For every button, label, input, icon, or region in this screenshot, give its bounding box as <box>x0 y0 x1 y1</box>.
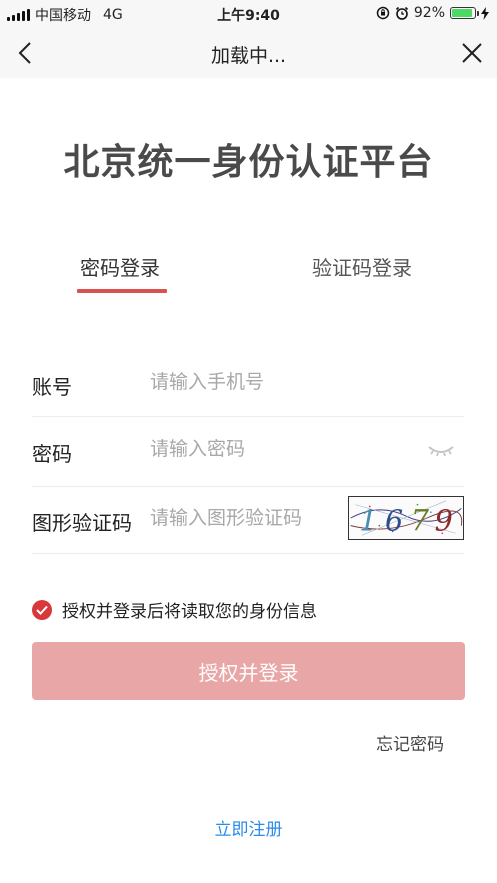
agreement-checkbox[interactable] <box>32 599 52 620</box>
alarm-icon <box>395 6 408 20</box>
password-label: 密码 <box>32 442 72 466</box>
account-row: 账号 <box>32 371 464 399</box>
rotation-lock-icon <box>376 6 390 20</box>
agreement-row[interactable]: 授权并登录后将读取您的身份信息 <box>32 597 317 622</box>
login-button[interactable]: 授权并登录 <box>32 642 465 700</box>
password-input[interactable] <box>150 438 350 460</box>
close-icon <box>462 43 482 63</box>
platform-title: 北京统一身份认证平台 <box>63 142 434 183</box>
nav-bar: 加载中... <box>0 28 497 78</box>
svg-text:6: 6 <box>385 503 403 537</box>
page-title: 加载中... <box>210 45 287 67</box>
battery-icon <box>450 7 479 19</box>
active-tab-indicator <box>77 289 167 293</box>
battery-percent: 92% <box>413 5 445 21</box>
captcha-input[interactable] <box>150 507 335 529</box>
captcha-row: 图形验证码 1 6 7 9 <box>32 496 464 542</box>
charging-bolt-icon <box>481 6 489 20</box>
captcha-image[interactable]: 1 6 7 9 <box>348 496 464 540</box>
tab-password-login[interactable]: 密码登录 <box>80 252 160 281</box>
svg-text:9: 9 <box>435 503 453 537</box>
close-button[interactable] <box>457 38 487 68</box>
account-label: 账号 <box>32 375 72 399</box>
password-row: 密码 <box>32 438 464 466</box>
checkmark-icon <box>36 605 48 615</box>
divider <box>32 553 464 554</box>
battery-fill <box>452 9 473 17</box>
svg-text:1: 1 <box>359 503 377 537</box>
captcha-label: 图形验证码 <box>32 511 132 535</box>
status-bar-right: 92% <box>376 5 489 21</box>
register-link[interactable]: 立即注册 <box>0 815 497 840</box>
account-input[interactable] <box>150 371 350 393</box>
eye-closed-icon[interactable] <box>426 438 456 460</box>
divider <box>32 416 464 417</box>
divider <box>32 486 464 487</box>
tab-code-login[interactable]: 验证码登录 <box>312 252 412 281</box>
status-bar: 中国移动 4G 上午9:40 92% <box>0 0 497 28</box>
forgot-password-link[interactable]: 忘记密码 <box>376 730 444 755</box>
svg-text:7: 7 <box>411 503 430 537</box>
agreement-text: 授权并登录后将读取您的身份信息 <box>62 602 317 622</box>
